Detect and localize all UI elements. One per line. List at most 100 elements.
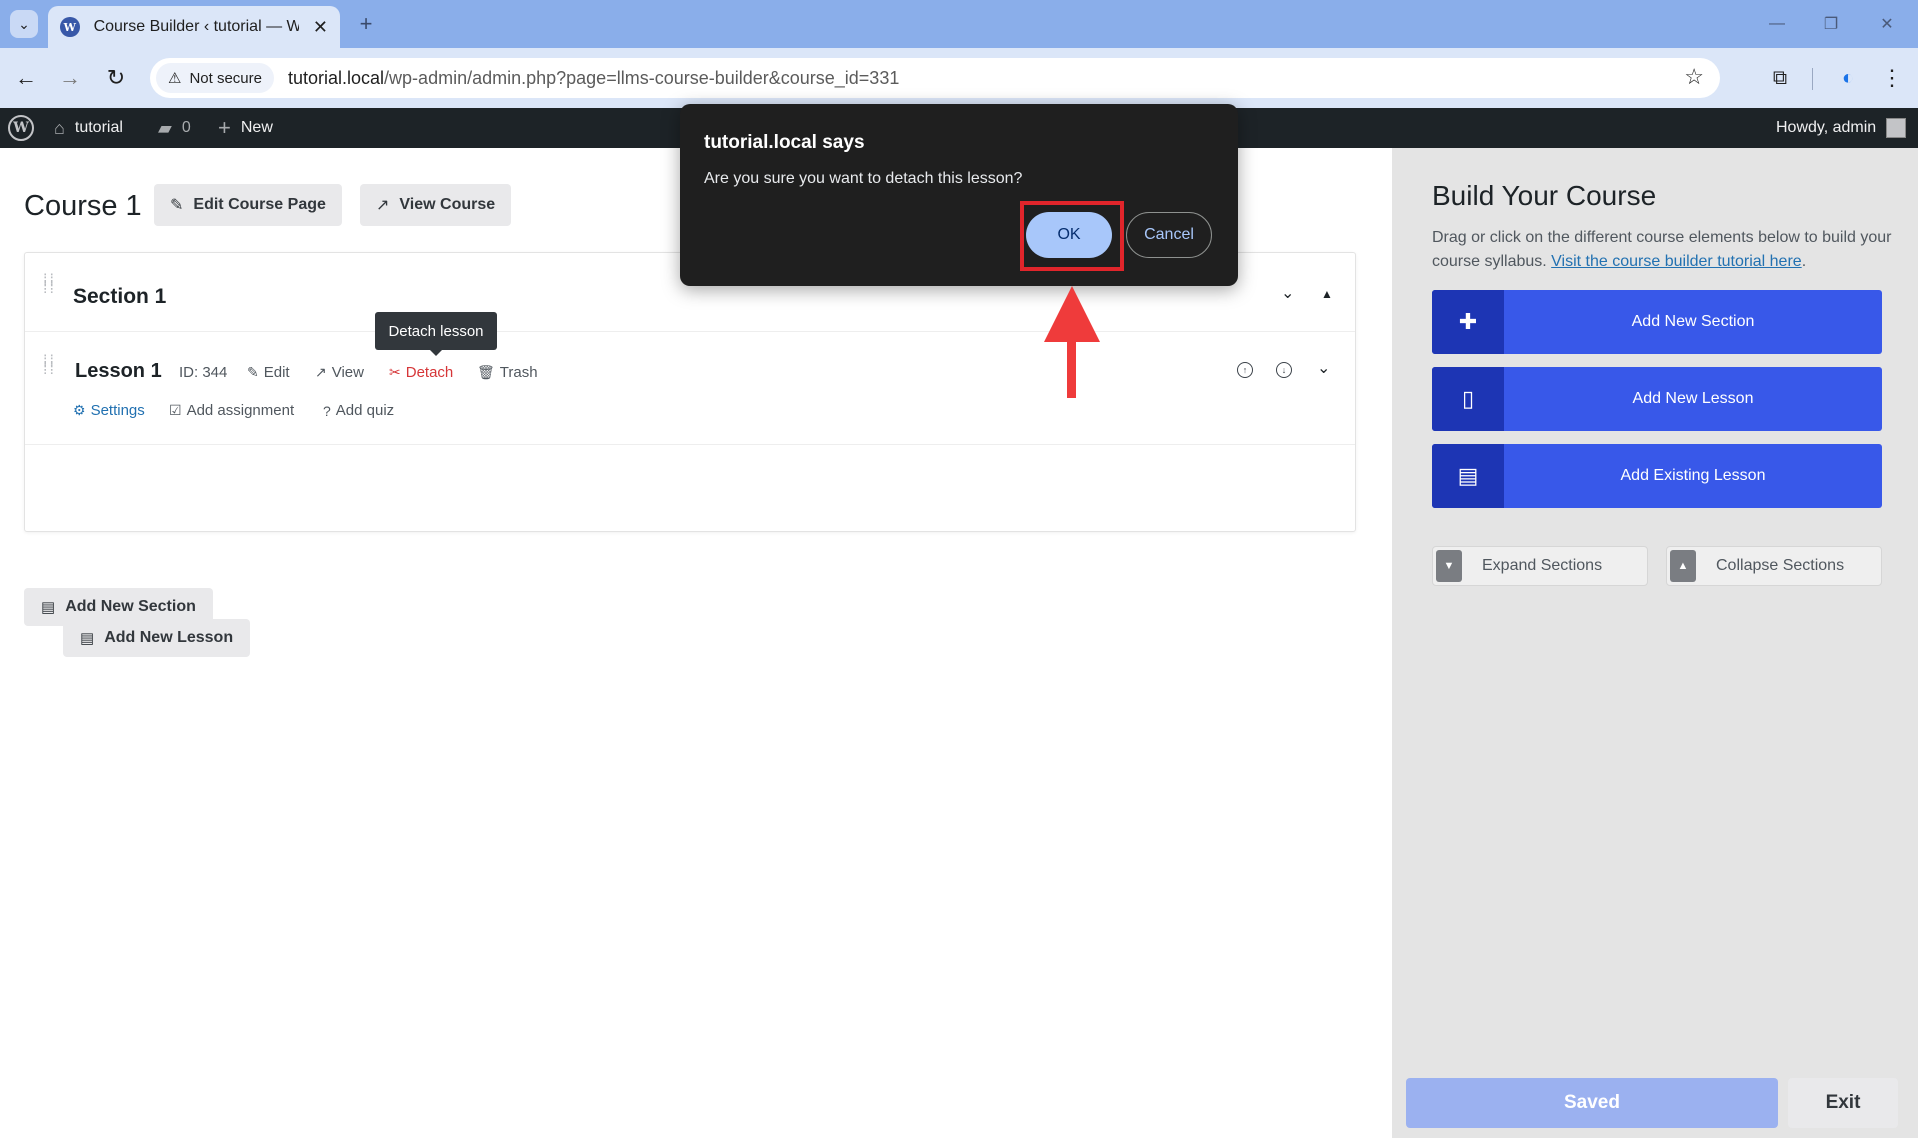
- new-content-menu[interactable]: + New: [218, 108, 273, 148]
- edit-course-page-label: Edit Course Page: [193, 196, 326, 213]
- add-quiz-label: Add quiz: [335, 402, 395, 419]
- account-menu[interactable]: Howdy, admin: [1776, 108, 1907, 148]
- lesson-expand-chevron-icon[interactable]: ⌄: [1317, 358, 1330, 378]
- url-text[interactable]: tutorial.local/wp-admin/admin.php?page=l…: [288, 68, 899, 89]
- bookmark-star-icon[interactable]: ☆: [1684, 64, 1704, 90]
- reload-icon[interactable]: ↻: [100, 62, 132, 94]
- address-bar[interactable]: ⚠ Not secure tutorial.local/wp-admin/adm…: [150, 58, 1720, 98]
- add-quiz-link[interactable]: ? Add quiz: [323, 402, 394, 419]
- minimize-icon[interactable]: —: [1762, 10, 1792, 38]
- section-title[interactable]: Section 1: [73, 285, 166, 309]
- wordpress-logo-icon: W: [8, 115, 34, 141]
- greeting: Howdy, admin: [1776, 119, 1877, 136]
- lesson-detach-link[interactable]: ✂ Detach: [389, 364, 453, 381]
- url-host: tutorial.local: [288, 67, 385, 88]
- lesson-view-label: View: [331, 364, 364, 381]
- comments-count: 0: [181, 119, 191, 136]
- course-title: Course 1: [24, 190, 142, 222]
- tutorial-link[interactable]: Visit the course builder tutorial here: [1551, 253, 1802, 270]
- lesson-edit-label: Edit: [263, 364, 290, 381]
- section-expand-chevron-icon[interactable]: ⌄: [1281, 283, 1294, 303]
- external-link-icon: ↗: [376, 197, 390, 214]
- file-icon: ▤: [41, 599, 56, 616]
- dialog-cancel-button[interactable]: Cancel: [1126, 212, 1212, 258]
- section-collapse-caret-icon[interactable]: ▲: [1321, 287, 1333, 301]
- avatar: [1886, 118, 1907, 138]
- comments-menu[interactable]: ▰ 0: [158, 108, 191, 148]
- move-down-icon[interactable]: ↓: [1276, 362, 1292, 378]
- add-new-section-label: Add New Section: [65, 598, 196, 615]
- ok-highlight-box: [1020, 201, 1124, 271]
- caret-up-icon: ▲: [1670, 550, 1696, 582]
- collapse-sections-button[interactable]: ▲ Collapse Sections: [1666, 546, 1882, 586]
- browser-tab[interactable]: W Course Builder ‹ tutorial — Wor ✕: [48, 6, 340, 48]
- lesson-row: ⁞⁞ ⁞⁞ Lesson 1 ID: 344 ✎ Edit ↗ View ✂ Detac…: [25, 331, 1355, 445]
- lesson-settings-link[interactable]: ⚙ Settings: [73, 402, 145, 419]
- dialog-message: Are you sure you want to detach this les…: [704, 170, 1023, 187]
- edit-icon: ✎: [247, 364, 259, 380]
- sidebar-add-new-section-button[interactable]: ✚ Add New Section: [1432, 290, 1882, 354]
- tab-title: Course Builder ‹ tutorial — Wor: [93, 18, 299, 35]
- wordpress-favicon-icon: W: [60, 17, 80, 37]
- detach-lesson-tooltip: Detach lesson: [375, 312, 497, 356]
- new-label: New: [240, 119, 273, 136]
- lesson-edit-link[interactable]: ✎ Edit: [247, 364, 290, 381]
- add-assignment-label: Add assignment: [186, 402, 295, 419]
- window-close-icon[interactable]: ✕: [1872, 10, 1902, 38]
- section-drag-handle-icon[interactable]: ⁞⁞ ⁞⁞: [43, 273, 59, 297]
- add-new-section-button[interactable]: ▤ Add New Section: [24, 588, 213, 626]
- lesson-detach-label: Detach: [405, 364, 454, 381]
- security-chip[interactable]: ⚠ Not secure: [156, 63, 274, 93]
- site-name-menu[interactable]: ⌂ tutorial: [54, 108, 123, 148]
- exit-button[interactable]: Exit: [1788, 1078, 1898, 1128]
- sidebar-add-existing-lesson-button[interactable]: ▤ Add Existing Lesson: [1432, 444, 1882, 508]
- move-up-icon[interactable]: ↑: [1237, 362, 1253, 378]
- tab-search-chevron-icon[interactable]: ⌄: [10, 10, 38, 38]
- restore-icon[interactable]: ❐: [1816, 10, 1846, 38]
- saved-button[interactable]: Saved: [1406, 1078, 1778, 1128]
- back-arrow-icon[interactable]: ←: [10, 62, 42, 94]
- expand-sections-button[interactable]: ▼ Expand Sections: [1432, 546, 1648, 586]
- sidebar-add-new-lesson-button[interactable]: ▯ Add New Lesson: [1432, 367, 1882, 431]
- lesson-view-link[interactable]: ↗ View: [315, 364, 364, 381]
- lesson-title[interactable]: Lesson 1: [75, 360, 162, 383]
- lesson-trash-link[interactable]: 🗑 Trash: [477, 364, 538, 381]
- collapse-sections-label: Collapse Sections: [1716, 557, 1845, 574]
- file-text-icon: ▤: [1432, 444, 1504, 508]
- sidebar-add-new-section-label: Add New Section: [1631, 313, 1755, 330]
- comment-bubble-icon: ▰: [158, 117, 172, 138]
- plus-icon: +: [218, 115, 231, 140]
- add-assignment-link[interactable]: ☑ Add assignment: [169, 402, 294, 419]
- warning-triangle-icon: ⚠: [168, 70, 182, 87]
- security-label: Not secure: [189, 69, 262, 87]
- forward-arrow-icon[interactable]: →: [54, 62, 86, 94]
- new-tab-icon[interactable]: +: [352, 10, 380, 38]
- sidebar-add-existing-lesson-label: Add Existing Lesson: [1620, 467, 1766, 484]
- trash-icon: 🗑: [477, 364, 495, 380]
- sidebar-description: Drag or click on the different course el…: [1432, 226, 1892, 274]
- home-icon: ⌂: [54, 117, 65, 138]
- menu-kebab-icon[interactable]: ⋮: [1876, 62, 1908, 94]
- view-course-button[interactable]: ↗ View Course: [360, 184, 512, 226]
- question-circle-icon: ?: [323, 402, 331, 419]
- lesson-drag-handle-icon[interactable]: ⁞⁞ ⁞⁞: [43, 354, 59, 378]
- file-icon: ▤: [80, 630, 95, 647]
- extensions-puzzle-icon[interactable]: ⧉: [1764, 62, 1796, 94]
- confirm-dialog: tutorial.local says Are you sure you wan…: [680, 104, 1238, 286]
- wp-logo-menu[interactable]: W: [8, 108, 34, 148]
- file-icon: ▯: [1432, 367, 1504, 431]
- browser-tab-strip: ⌄ W Course Builder ‹ tutorial — Wor ✕ + …: [0, 0, 1918, 48]
- edit-course-page-button[interactable]: ✎ Edit Course Page: [154, 184, 342, 226]
- view-course-label: View Course: [399, 196, 496, 213]
- browser-toolbar: ← → ↻ ⚠ Not secure tutorial.local/wp-adm…: [0, 48, 1918, 108]
- expand-sections-label: Expand Sections: [1482, 557, 1603, 574]
- external-link-icon: ↗: [315, 364, 327, 380]
- sidebar-add-new-lesson-label: Add New Lesson: [1632, 390, 1754, 407]
- site-name: tutorial: [74, 119, 123, 136]
- caret-down-icon: ▼: [1436, 550, 1462, 582]
- course-builder-sidebar: Build Your Course Drag or click on the d…: [1392, 148, 1918, 1138]
- gear-icon: ⚙: [73, 402, 86, 418]
- profile-sync-icon[interactable]: ◐: [1832, 62, 1864, 94]
- toolbar-divider: [1812, 68, 1813, 90]
- tab-close-icon[interactable]: ✕: [313, 17, 328, 38]
